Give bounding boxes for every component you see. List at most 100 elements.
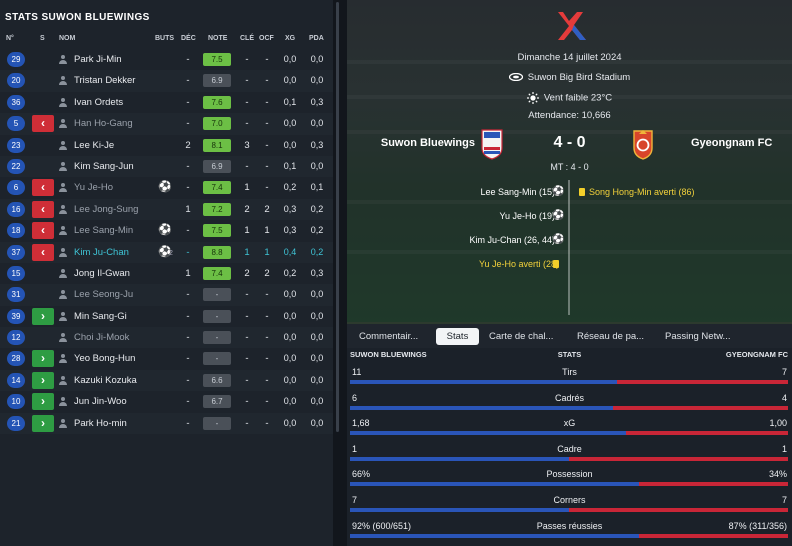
goal-icon: ⚽: [158, 181, 172, 194]
key-passes: -: [245, 75, 249, 87]
player-name[interactable]: Jun Jin-Woo: [74, 396, 127, 407]
key-passes: -: [245, 396, 249, 408]
decisive-passes: -: [186, 417, 190, 429]
stat-bar: [350, 456, 788, 461]
table-row[interactable]: 18 ‹ Lee Sang-Min ⚽ - 7.5 1 1 0,3 0,2: [0, 220, 333, 241]
col-goals[interactable]: BUTS: [155, 35, 174, 42]
player-name[interactable]: Kim Sang-Jun: [74, 161, 134, 172]
col-pda[interactable]: PDA: [309, 35, 324, 42]
table-row[interactable]: 29 Park Ji-Min - 7.5 - - 0,0 0,0: [0, 49, 333, 70]
player-name[interactable]: Yu Je-Ho: [74, 182, 113, 193]
sub-in-button[interactable]: ›: [32, 393, 54, 411]
sub-in-button[interactable]: ›: [32, 371, 54, 389]
stat-bar: [350, 482, 788, 487]
player-name[interactable]: Lee Seong-Ju: [74, 289, 133, 300]
rating-badge: 6.6: [203, 373, 231, 387]
tab-heatmap[interactable]: Carte de chal...: [489, 328, 553, 345]
col-dec[interactable]: DÉC: [181, 35, 196, 42]
rating-badge: 6.7: [203, 395, 231, 409]
player-number: 18: [7, 223, 25, 239]
player-name[interactable]: Yeo Bong-Hun: [74, 353, 135, 364]
table-row[interactable]: 15 Jong Il-Gwan 1 7.4 2 2 0,2 0,3: [0, 263, 333, 284]
table-row[interactable]: 12 Choi Ji-Mook - - - - 0,0 0,0: [0, 327, 333, 349]
stat-away-value: 1: [781, 443, 787, 454]
sub-out-button[interactable]: ‹: [32, 115, 54, 133]
key-passes: -: [245, 374, 249, 386]
player-name[interactable]: Kazuki Kozuka: [74, 375, 137, 386]
event-home-booking: Yu Je-Ho averti (28): [478, 259, 559, 269]
col-sub[interactable]: S: [40, 35, 45, 42]
table-row[interactable]: 14 › Kazuki Kozuka - 6.6 - - 0,0 0,0: [0, 369, 333, 392]
table-row[interactable]: 5 ‹ Han Ho-Gang - 7.0 - - 0,0 0,0: [0, 113, 333, 135]
player-name[interactable]: Park Ho-min: [74, 418, 127, 429]
player-name[interactable]: Kim Ju-Chan: [74, 247, 129, 258]
player-name[interactable]: Lee Jong-Sung: [74, 204, 138, 215]
player-name[interactable]: Ivan Ordets: [74, 97, 123, 108]
table-row[interactable]: 16 ‹ Lee Jong-Sung 1 7.2 2 2 0,3 0,2: [0, 198, 333, 221]
player-number: 29: [7, 52, 25, 67]
player-name[interactable]: Lee Ki-Je: [74, 140, 114, 151]
xg-value: 0,0: [283, 332, 297, 343]
stat-bar: [350, 508, 788, 512]
stat-label: Cadre: [557, 443, 582, 454]
table-row[interactable]: 31 Lee Seong-Ju - - - - 0,0 0,0: [0, 284, 333, 306]
sub-in-button[interactable]: ›: [32, 307, 54, 325]
player-stats-panel: STATS SUWON BLUEWINGS N° S NOM BUTS DÉC …: [0, 0, 333, 546]
away-team-crest[interactable]: [631, 128, 655, 160]
player-name[interactable]: Jong Il-Gwan: [74, 268, 130, 279]
sub-in-button[interactable]: ›: [32, 350, 54, 368]
tab-stats[interactable]: Stats: [436, 328, 479, 345]
col-num[interactable]: N°: [6, 35, 14, 42]
table-row[interactable]: 20 Tristan Dekker - 6.9 - - 0,0 0,0: [0, 70, 333, 92]
sub-out-button[interactable]: ‹: [32, 222, 54, 240]
xg-value: 0,0: [283, 417, 297, 428]
scrollbar[interactable]: [333, 0, 347, 546]
sub-in-button[interactable]: ›: [32, 414, 54, 432]
attendance: Attendance: 10,666: [528, 110, 611, 121]
xg-value: 0,1: [283, 160, 297, 171]
player-icon: [59, 354, 67, 364]
xg-value: 0,0: [283, 289, 297, 300]
player-number: 12: [7, 330, 25, 346]
col-ocf[interactable]: OCF: [259, 35, 274, 42]
sub-out-button[interactable]: ‹: [32, 179, 54, 197]
stat-row: 66% Possession 34%: [347, 468, 792, 494]
col-key[interactable]: CLÉ: [240, 35, 254, 42]
table-row[interactable]: 10 › Jun Jin-Woo - 6.7 - - 0,0 0,0: [0, 391, 333, 412]
player-icon: [59, 268, 67, 278]
tab-commentary[interactable]: Commentair...: [359, 328, 418, 345]
player-icon: [59, 290, 67, 300]
chances-created: 2: [264, 267, 270, 279]
player-name[interactable]: Park Ji-Min: [74, 54, 122, 65]
sub-out-button[interactable]: ‹: [32, 243, 54, 261]
tab-passing-network[interactable]: Passing Netw...: [665, 328, 730, 345]
stat-row: 11 Tirs 7: [347, 366, 792, 392]
col-xg[interactable]: XG: [285, 35, 295, 42]
col-name[interactable]: NOM: [59, 35, 75, 42]
player-name[interactable]: Lee Sang-Min: [74, 225, 133, 236]
table-row[interactable]: 6 ‹ Yu Je-Ho ⚽ - 7.4 1 - 0,2 0,1: [0, 177, 333, 198]
table-row[interactable]: 21 › Park Ho-min - - - - 0,0 0,0: [0, 412, 333, 435]
xg-value: 0,0: [283, 75, 297, 86]
player-icon: [59, 161, 67, 171]
decisive-passes: -: [186, 374, 190, 386]
table-row[interactable]: 22 Kim Sang-Jun - 6.9 - - 0,1 0,0: [0, 155, 333, 178]
player-name[interactable]: Tristan Dekker: [74, 75, 135, 86]
table-row[interactable]: 23 Lee Ki-Je 2 8.1 3 - 0,0 0,3: [0, 135, 333, 156]
player-number: 14: [7, 372, 25, 388]
player-number: 23: [7, 137, 25, 153]
away-team-name[interactable]: Gyeongnam FC: [691, 137, 772, 149]
col-rating[interactable]: NOTE: [208, 35, 227, 42]
player-name[interactable]: Han Ho-Gang: [74, 118, 133, 129]
pda-value: 0,0: [310, 160, 324, 171]
table-row[interactable]: 37 ‹ Kim Ju-Chan ⚽ 2-8.8 1 1 0,4 0,2: [0, 241, 333, 263]
player-name[interactable]: Min Sang-Gi: [74, 311, 127, 322]
player-name[interactable]: Choi Ji-Mook: [74, 332, 129, 343]
rating-badge: -: [203, 416, 231, 430]
key-passes: 2: [244, 267, 250, 279]
tab-pass-network[interactable]: Réseau de pa...: [577, 328, 644, 345]
table-row[interactable]: 28 › Yeo Bong-Hun - - - - 0,0 0,0: [0, 348, 333, 369]
table-row[interactable]: 36 Ivan Ordets - 7.6 - - 0,1 0,3: [0, 92, 333, 113]
sub-out-button[interactable]: ‹: [32, 200, 54, 218]
table-row[interactable]: 39 › Min Sang-Gi - - - - 0,0 0,0: [0, 306, 333, 327]
